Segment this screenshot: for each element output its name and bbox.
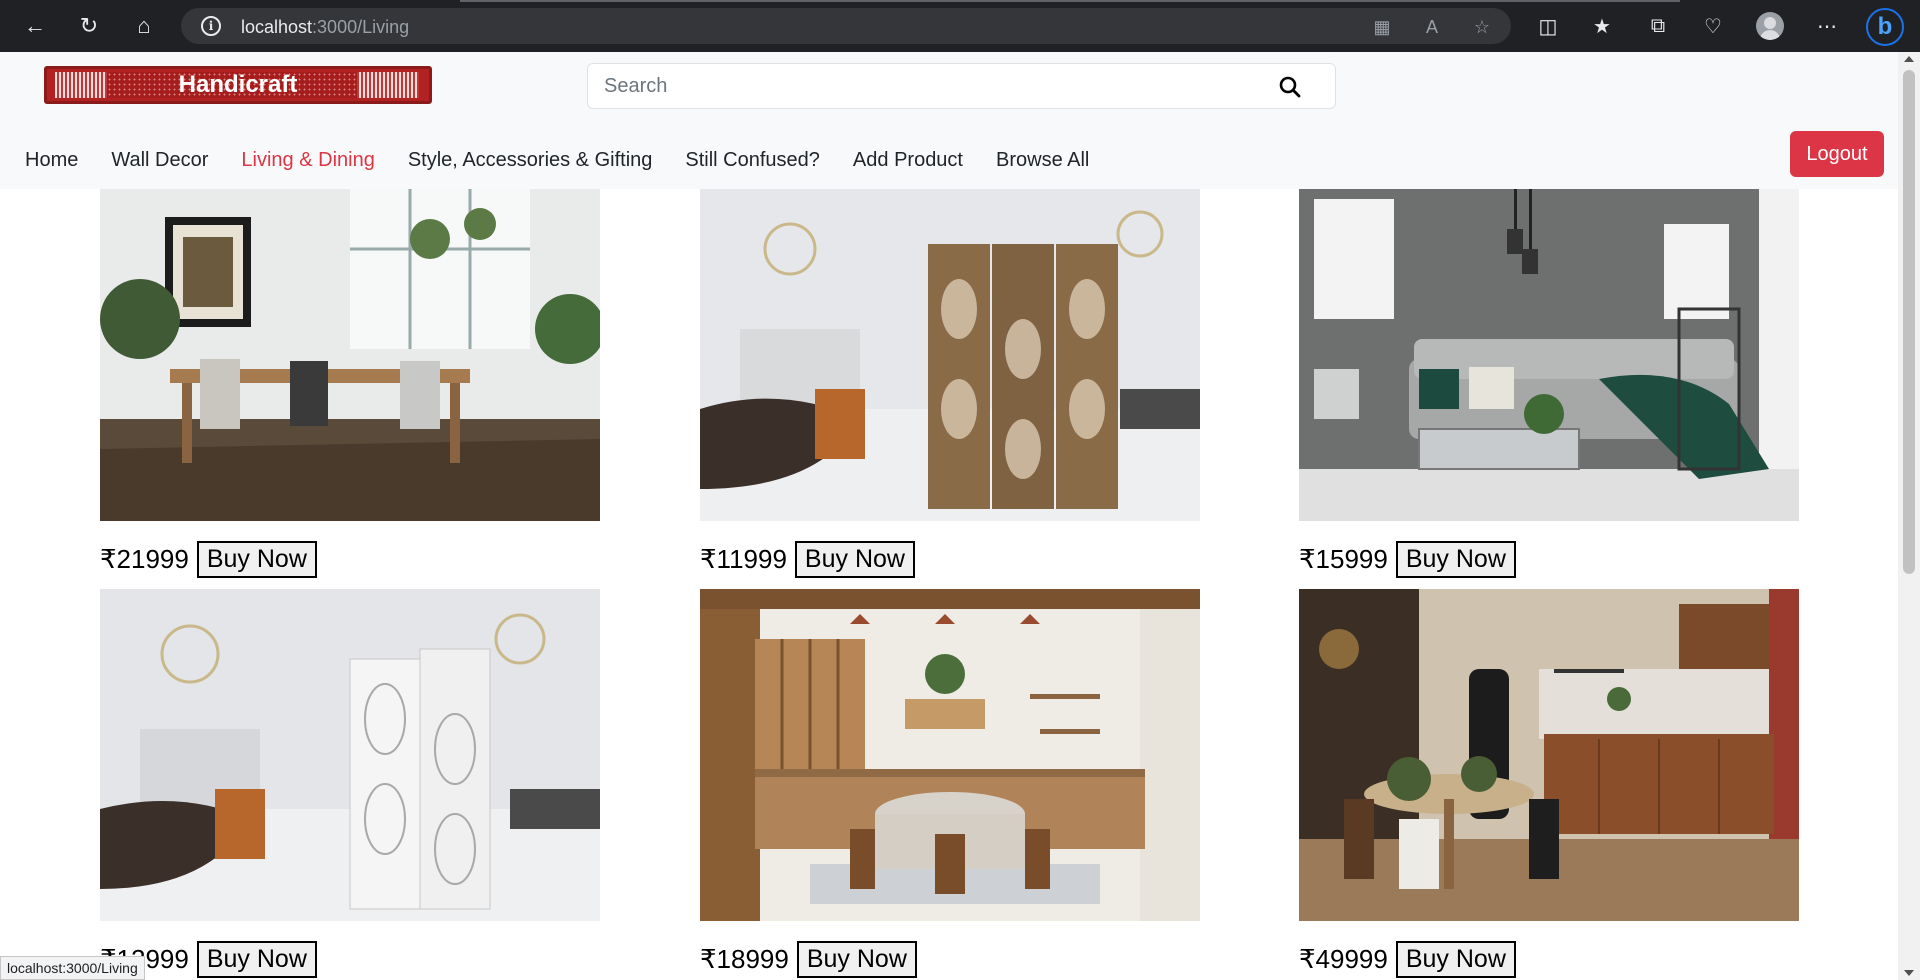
back-icon[interactable]: ← <box>18 9 52 43</box>
health-icon[interactable]: ♡ <box>1698 11 1728 41</box>
favorite-star-icon[interactable]: ☆ <box>1471 16 1493 38</box>
read-aloud-icon[interactable]: A <box>1421 16 1443 38</box>
product-footer: ₹18999 Buy Now <box>700 941 917 978</box>
product-image-living-room[interactable] <box>1299 189 1799 521</box>
split-screen-icon[interactable]: ◫ <box>1533 11 1563 41</box>
scroll-down-arrow-icon[interactable] <box>1904 970 1914 976</box>
buy-now-button[interactable]: Buy Now <box>794 541 915 578</box>
nav-style-accessories-gifting[interactable]: Style, Accessories & Gifting <box>408 149 653 172</box>
buy-now-button[interactable]: Buy Now <box>196 541 317 578</box>
product-price: ₹18999 <box>700 944 789 974</box>
product-image-white-screen[interactable] <box>100 589 600 921</box>
scroll-up-arrow-icon[interactable] <box>1904 56 1914 62</box>
bing-copilot-icon[interactable]: b <box>1866 8 1904 46</box>
product-footer: ₹15999 Buy Now <box>1299 541 1516 578</box>
product-price: ₹21999 <box>100 544 189 574</box>
search-box <box>587 63 1336 109</box>
nav-add-product[interactable]: Add Product <box>853 149 963 172</box>
product-footer: ₹11999 Buy Now <box>700 541 915 578</box>
search-input[interactable] <box>604 64 1244 108</box>
product-image-rustic-kitchen[interactable] <box>1299 589 1799 921</box>
profile-avatar[interactable] <box>1756 12 1784 40</box>
product-price: ₹15999 <box>1299 544 1388 574</box>
buy-now-button[interactable]: Buy Now <box>1395 941 1516 978</box>
search-icon[interactable] <box>1274 71 1306 103</box>
status-bar-url: localhost:3000/Living <box>0 956 145 980</box>
url-host: localhost <box>241 17 313 37</box>
address-bar[interactable]: i localhost:3000/Living ▦ A ☆ <box>181 8 1511 44</box>
product-price: ₹49999 <box>1299 944 1388 974</box>
nav-wall-decor[interactable]: Wall Decor <box>111 149 208 172</box>
address-text[interactable]: localhost:3000/Living <box>241 17 409 38</box>
product-price: ₹11999 <box>700 544 787 574</box>
main-nav: Home Wall Decor Living & Dining Style, A… <box>25 142 1122 178</box>
nav-still-confused[interactable]: Still Confused? <box>685 149 820 172</box>
site-logo[interactable]: Handicraft <box>44 66 432 104</box>
product-image-wooden-kitchen[interactable] <box>700 589 1200 921</box>
page-scrollbar[interactable] <box>1898 52 1920 980</box>
app-available-icon[interactable]: ▦ <box>1371 16 1393 38</box>
buy-now-button[interactable]: Buy Now <box>796 941 917 978</box>
buy-now-button[interactable]: Buy Now <box>196 941 317 978</box>
more-menu-icon[interactable]: ⋯ <box>1812 11 1842 41</box>
browser-toolbar: ← ↻ ⌂ i localhost:3000/Living ▦ A ☆ ◫ ★ … <box>0 0 1920 52</box>
tab-strip-edge <box>460 0 1680 2</box>
nav-home[interactable]: Home <box>25 149 78 172</box>
scroll-thumb[interactable] <box>1903 70 1915 574</box>
buy-now-button[interactable]: Buy Now <box>1395 541 1516 578</box>
nav-browse-all[interactable]: Browse All <box>996 149 1089 172</box>
home-icon[interactable]: ⌂ <box>127 9 161 43</box>
site-header: Handicraft Home Wall Decor Living & Dini… <box>0 52 1898 189</box>
collections-icon[interactable]: ⧉ <box>1643 11 1673 41</box>
refresh-icon[interactable]: ↻ <box>72 9 106 43</box>
product-image-dining-room[interactable] <box>100 189 600 521</box>
logout-button[interactable]: Logout <box>1790 131 1884 177</box>
site-info-icon[interactable]: i <box>201 16 221 36</box>
url-path: :3000/Living <box>312 17 410 37</box>
nav-living-dining[interactable]: Living & Dining <box>241 149 374 172</box>
logo-text: Handicraft <box>178 71 298 98</box>
product-image-wooden-screen[interactable] <box>700 189 1200 521</box>
product-footer: ₹21999 Buy Now <box>100 541 317 578</box>
favorites-icon[interactable]: ★ <box>1587 11 1617 41</box>
product-footer: ₹49999 Buy Now <box>1299 941 1516 978</box>
